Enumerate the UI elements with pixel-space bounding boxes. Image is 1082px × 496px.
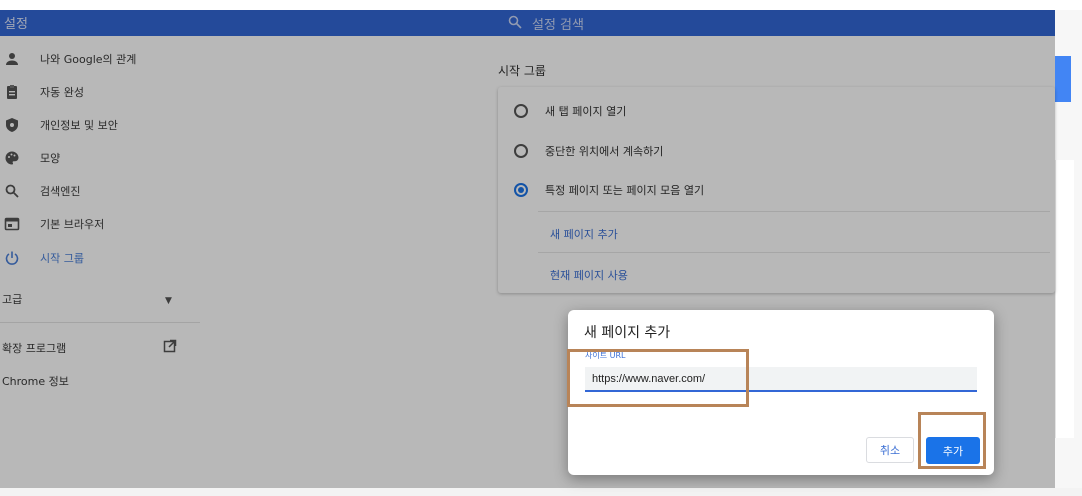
cancel-button[interactable]: 취소 [866, 437, 914, 463]
add-button[interactable]: 추가 [926, 437, 980, 464]
site-url-label: 사이트 URL [585, 351, 626, 360]
bottom-edge [0, 488, 1082, 496]
site-url-input[interactable] [585, 367, 977, 392]
right-edge-card [1055, 160, 1074, 438]
dialog-title: 새 페이지 추가 [584, 325, 671, 341]
screenshot-stage: 설정 설정 검색 나와 Google의 관계 자동 완성 개인정보 및 보안 모… [0, 0, 1082, 496]
right-edge-accent [1055, 56, 1071, 102]
add-page-dialog: 새 페이지 추가 사이트 URL 취소 추가 [568, 310, 994, 475]
